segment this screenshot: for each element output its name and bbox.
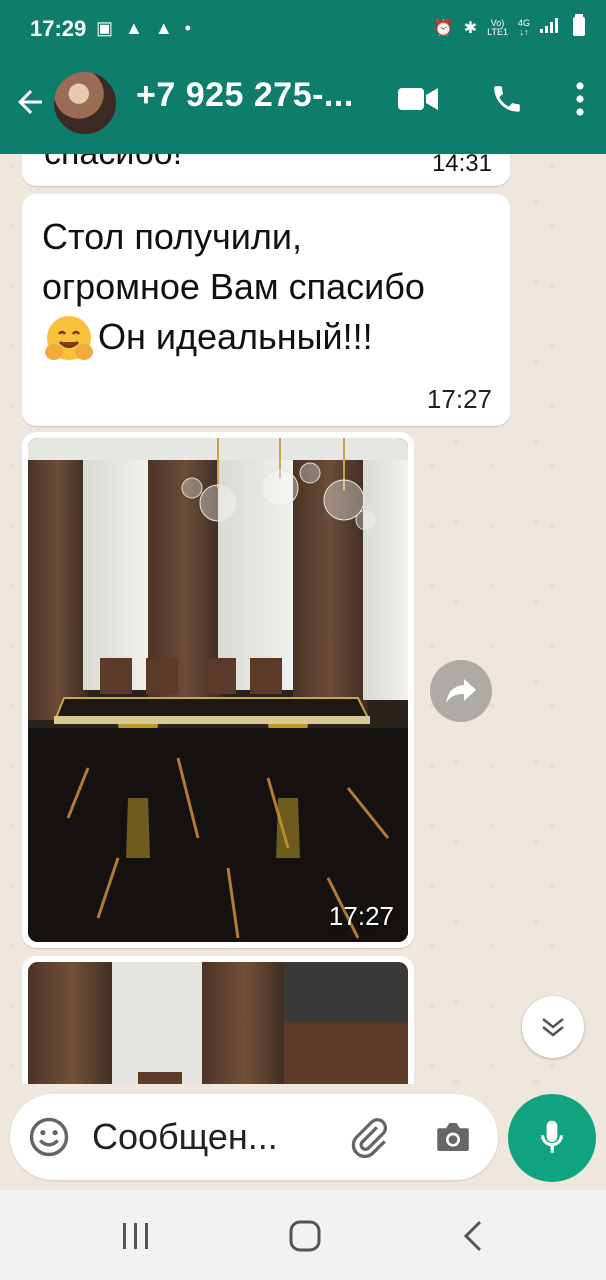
message-time: 17:27 <box>426 384 492 414</box>
message-bubble[interactable]: Стол получили, огромное Вам спасибо Он и… <box>22 194 510 426</box>
status-time: 17:29 <box>30 16 87 41</box>
volte-icon: Vo) LTE1 <box>487 17 508 37</box>
gallery-icon: ▣ <box>96 18 114 38</box>
triangle-icon: ▲ <box>154 18 173 38</box>
message-bubble[interactable]: спасибо! 14:31 <box>22 154 510 186</box>
dining-room-photo <box>28 438 408 942</box>
double-chevron-down-icon <box>542 1017 564 1037</box>
status-left-icons: ▣ ▲ ▲ • <box>96 18 191 39</box>
table-photo[interactable] <box>28 438 408 942</box>
emoji-icon[interactable] <box>28 1116 70 1158</box>
camera-icon[interactable] <box>432 1116 474 1158</box>
alarm-icon: ⏰ <box>433 19 454 37</box>
share-forward-icon <box>446 679 476 703</box>
video-call-icon[interactable] <box>398 86 438 112</box>
back-icon[interactable] <box>452 1214 496 1258</box>
message-composer: Сообщен... <box>0 1084 606 1190</box>
image-message[interactable]: 17:27 <box>22 432 414 948</box>
more-options-icon[interactable] <box>576 82 584 116</box>
message-input-pill[interactable]: Сообщен... <box>10 1094 498 1180</box>
back-arrow-icon[interactable] <box>12 84 48 120</box>
message-text: спасибо! <box>44 154 182 173</box>
chat-area[interactable]: спасибо! 14:31 Стол получили, огромное В… <box>0 154 606 1084</box>
room-photo <box>28 962 408 1084</box>
image-message[interactable] <box>22 956 414 1084</box>
chat-header: +7 925 275-... <box>0 58 606 154</box>
message-time: 14:31 <box>431 154 492 177</box>
attach-icon[interactable] <box>348 1116 390 1158</box>
4g-icon: 4G ↓↑ <box>517 17 530 37</box>
message-line-with-emoji: Он идеальный!!! <box>42 312 502 366</box>
triangle-icon: ▲ <box>125 18 143 38</box>
header-actions <box>398 82 584 116</box>
contact-name[interactable]: +7 925 275-... <box>136 76 354 115</box>
avatar[interactable] <box>52 70 118 136</box>
message-line: Стол получили, <box>42 216 303 257</box>
recent-apps-icon[interactable] <box>114 1214 158 1258</box>
forward-button[interactable] <box>430 660 492 722</box>
battery-icon <box>572 14 586 41</box>
scroll-to-bottom-button[interactable] <box>522 996 584 1058</box>
message-input[interactable]: Сообщен... <box>92 1116 332 1158</box>
status-right-icons: ⏰ ✱ Vo) LTE1 4G ↓↑ <box>434 14 586 41</box>
message-text: Стол получили, огромное Вам спасибо Он и… <box>42 212 502 366</box>
home-icon[interactable] <box>283 1214 327 1258</box>
dot-icon: • <box>184 18 191 38</box>
bluetooth-icon: ✱ <box>463 19 478 37</box>
voice-message-button[interactable] <box>508 1094 596 1182</box>
signal-icon <box>540 17 562 38</box>
photo-time: 17:27 <box>328 901 394 931</box>
microphone-icon <box>541 1120 563 1153</box>
message-line: огромное Вам спасибо <box>42 266 425 307</box>
status-bar: 17:29 ▣ ▲ ▲ • ⏰ ✱ Vo) LTE1 4G ↓↑ <box>0 0 606 58</box>
hugging-face-emoji-icon <box>45 316 93 361</box>
second-photo[interactable] <box>28 962 408 1084</box>
system-navigation-bar <box>0 1190 606 1280</box>
voice-call-icon[interactable] <box>490 82 524 116</box>
